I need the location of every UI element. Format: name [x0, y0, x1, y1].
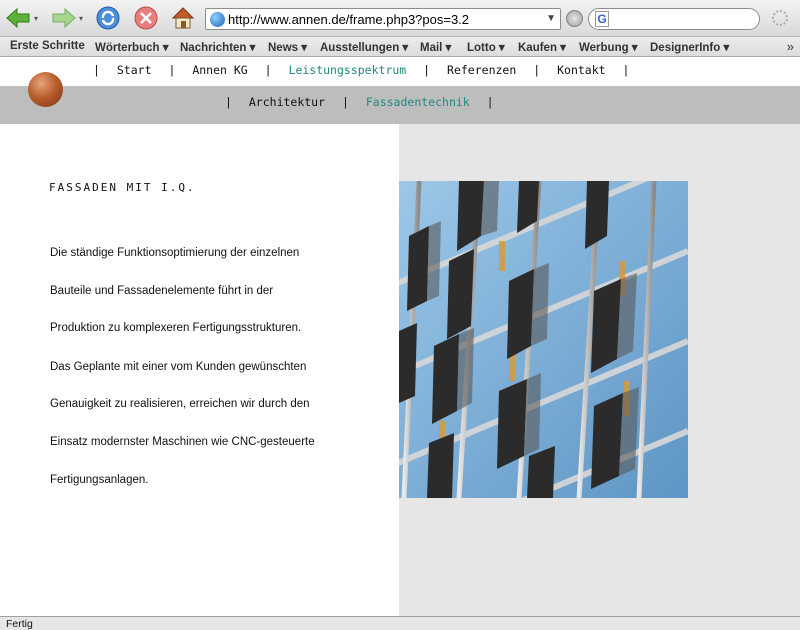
google-search-engine-icon[interactable]: G	[595, 11, 609, 27]
facade-photo-image	[399, 181, 688, 498]
bookmark-designerinfo[interactable]: DesignerInfo ▾	[650, 40, 729, 54]
bookmark-mail[interactable]: Mail ▾	[420, 40, 451, 54]
url-text[interactable]: http://www.annen.de/frame.php3?pos=3.2	[228, 12, 469, 27]
url-bar[interactable]: http://www.annen.de/frame.php3?pos=3.2 ▼	[205, 8, 561, 30]
bookmark-werbung[interactable]: Werbung ▾	[579, 40, 638, 54]
nav-referenzen[interactable]: Referenzen	[447, 63, 516, 77]
content-line: Produktion zu komplexeren Fertigungsstru…	[50, 322, 302, 334]
main-nav-row: | Start | Annen KG | Leistungsspektrum |…	[93, 63, 630, 77]
subnav-fassadentechnik[interactable]: Fassadentechnik	[366, 95, 470, 109]
sub-navigation: | Architektur | Fassadentechnik |	[0, 86, 800, 124]
globe-icon	[210, 12, 225, 27]
search-box[interactable]: G	[588, 8, 760, 30]
sub-nav-row: | Architektur | Fassadentechnik |	[225, 95, 494, 109]
loading-throbber-icon	[772, 10, 788, 26]
back-arrow-icon	[6, 7, 30, 29]
status-text: Fertig	[6, 618, 33, 630]
bookmark-lotto[interactable]: Lotto ▾	[467, 40, 505, 54]
status-bar: Fertig	[0, 616, 800, 630]
forward-arrow-icon	[52, 7, 76, 29]
content-line: Bauteile und Fassadenelemente führt in d…	[50, 285, 274, 297]
facade-photo	[399, 181, 688, 498]
stop-icon	[134, 6, 158, 30]
main-navigation: | Start | Annen KG | Leistungsspektrum |…	[0, 57, 800, 86]
nav-annen-kg[interactable]: Annen KG	[192, 63, 247, 77]
reload-button[interactable]	[94, 4, 122, 32]
content-line: Einsatz modernster Maschinen wie CNC-ges…	[50, 436, 315, 448]
bookmarks-toolbar: Erste Schritte Wörterbuch ▾ Nachrichten …	[0, 37, 800, 57]
nav-leistungsspektrum[interactable]: Leistungsspektrum	[289, 63, 407, 77]
forward-dropdown-icon[interactable]: ▾	[79, 14, 83, 23]
company-logo-sphere[interactable]	[28, 72, 63, 107]
bookmark-news[interactable]: News ▾	[268, 40, 307, 54]
home-button[interactable]	[169, 4, 197, 32]
forward-button[interactable]	[50, 4, 78, 32]
reload-icon	[96, 6, 120, 30]
url-history-dropdown-icon[interactable]: ▼	[546, 13, 556, 24]
bookmark-woerterbuch[interactable]: Wörterbuch ▾	[95, 40, 169, 54]
back-button[interactable]	[4, 4, 32, 32]
back-dropdown-icon[interactable]: ▾	[34, 14, 38, 23]
content-line: Das Geplante mit einer vom Kunden gewüns…	[50, 361, 307, 373]
bookmark-kaufen[interactable]: Kaufen ▾	[518, 40, 566, 54]
nav-kontakt[interactable]: Kontakt	[557, 63, 605, 77]
subnav-architektur[interactable]: Architektur	[249, 95, 325, 109]
bookmark-ausstellungen[interactable]: Ausstellungen ▾	[320, 40, 408, 54]
bookmark-erste-schritte[interactable]: Erste Schritte	[10, 40, 85, 52]
nav-start[interactable]: Start	[117, 63, 152, 77]
bookmarks-overflow-chevron-icon[interactable]: »	[787, 39, 794, 54]
bookmark-nachrichten[interactable]: Nachrichten ▾	[180, 40, 255, 54]
content-heading: FASSADEN MIT I.Q.	[49, 181, 196, 194]
content-line: Fertigungsanlagen.	[50, 474, 149, 486]
home-icon	[171, 7, 195, 29]
content-line: Die ständige Funktionsoptimierung der ei…	[50, 247, 300, 259]
browser-toolbar: ▾ ▾ http://www.annen.de/frame.php3?pos=3…	[0, 0, 800, 37]
go-button[interactable]	[566, 10, 583, 27]
stop-button[interactable]	[132, 4, 160, 32]
web-page: | Start | Annen KG | Leistungsspektrum |…	[0, 57, 800, 616]
content-line: Genauigkeit zu realisieren, erreichen wi…	[50, 398, 310, 410]
